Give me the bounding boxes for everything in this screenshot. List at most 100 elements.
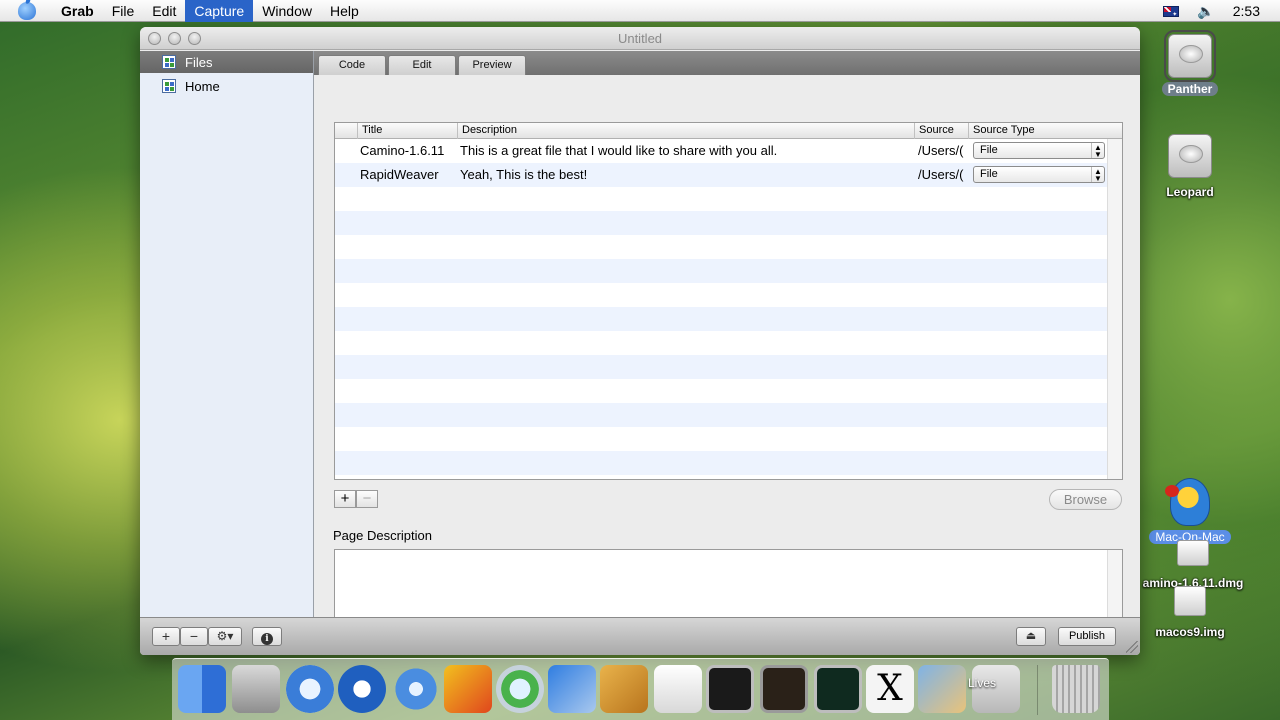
tab-bar: Code Edit Preview [314, 51, 1140, 75]
sidebar-item-label: Files [185, 54, 213, 70]
desktop-icon-label: Panther [1161, 82, 1219, 96]
main-window: Untitled Files Home Code Edit Preview Ti… [140, 27, 1140, 655]
info-icon: i [261, 633, 273, 645]
select-value: File [980, 144, 998, 156]
textedit-icon[interactable] [654, 665, 702, 713]
column-header-description[interactable]: Description [457, 123, 914, 139]
zoom-button[interactable] [188, 32, 201, 45]
cell-source[interactable]: /Users/( [918, 139, 966, 163]
x11-icon[interactable]: X [866, 665, 914, 713]
menu-extras: 🔈 2:53 [1163, 0, 1260, 22]
trash-icon[interactable] [1052, 665, 1100, 713]
hard-drive-icon [1168, 134, 1212, 178]
sidebar-item-label: Home [185, 78, 220, 94]
page-icon [162, 79, 176, 93]
table-header: Title Description Source Source Type [335, 123, 1122, 139]
console-icon[interactable] [760, 665, 808, 713]
stepper-arrows-icon: ▲ ▼ [1091, 167, 1104, 183]
network-icon[interactable] [392, 665, 440, 713]
add-page-button[interactable]: + [152, 627, 180, 646]
tab-code[interactable]: Code [318, 55, 386, 75]
publish-button[interactable]: Publish [1058, 627, 1116, 646]
source-type-select[interactable]: File ▲ ▼ [973, 166, 1105, 183]
preview-icon[interactable] [918, 665, 966, 713]
mac-on-mac-icon [1165, 478, 1210, 526]
xcode-icon[interactable] [548, 665, 596, 713]
files-table[interactable]: Title Description Source Source Type Cam… [334, 122, 1123, 480]
menu-app-grab[interactable]: Grab [52, 0, 103, 22]
vertical-scrollbar[interactable] [1107, 550, 1122, 620]
menu-clock[interactable]: 2:53 [1233, 3, 1260, 19]
page-description-label: Page Description [333, 528, 432, 543]
close-button[interactable] [148, 32, 161, 45]
text-editor-icon[interactable] [600, 665, 648, 713]
sidebar-item-files[interactable]: Files [140, 51, 313, 73]
1password-icon[interactable] [338, 665, 386, 713]
cell-title[interactable]: RapidWeaver [360, 163, 457, 187]
browse-button[interactable]: Browse [1049, 489, 1122, 510]
bottom-toolbar: + − ⚙▾ i ⏏ Publish [140, 617, 1140, 655]
select-value: File [980, 168, 998, 180]
menu-capture[interactable]: Capture [185, 0, 254, 22]
desktop-icon-macos9-img[interactable]: macos9.img [1145, 586, 1235, 639]
desktop-icon-label: macos9.img [1155, 625, 1225, 639]
disk-image-icon [1174, 586, 1206, 616]
desktop-icon-panther[interactable]: Panther [1155, 30, 1225, 96]
table-body: Camino-1.6.11 This is a great file that … [335, 139, 1107, 479]
remove-row-button[interactable]: − [356, 490, 378, 508]
resize-grip-icon[interactable] [1126, 641, 1138, 653]
taxi-icon[interactable] [444, 665, 492, 713]
safari-icon[interactable] [286, 665, 334, 713]
table-row[interactable]: RapidWeaver Yeah, This is the best! /Use… [335, 163, 1107, 187]
page-description-field[interactable] [334, 549, 1123, 621]
content-pane: Code Edit Preview Title Description Sour… [314, 51, 1140, 621]
flag-icon[interactable] [1163, 5, 1180, 18]
column-header-title[interactable]: Title [357, 123, 457, 139]
activity-monitor-icon[interactable] [814, 665, 862, 713]
menu-window[interactable]: Window [253, 0, 321, 22]
cell-title[interactable]: Camino-1.6.11 [360, 139, 457, 163]
dock-separator [1037, 665, 1038, 715]
window-titlebar[interactable]: Untitled [140, 27, 1140, 50]
system-preferences-icon[interactable] [232, 665, 280, 713]
tab-edit[interactable]: Edit [388, 55, 456, 75]
menu-help[interactable]: Help [321, 0, 368, 22]
menu-bar: Grab File Edit Capture Window Help 🔈 2:5… [0, 0, 1280, 22]
layout-icon: ⏏ [1025, 630, 1037, 642]
desktop-icon-leopard[interactable]: Leopard [1155, 134, 1225, 199]
column-header-source-type[interactable]: Source Type [968, 123, 1122, 139]
desktop-icon-label: Leopard [1166, 185, 1214, 199]
disk-image-icon [1177, 540, 1209, 566]
gear-icon[interactable]: ⚙▾ [208, 627, 242, 646]
remove-page-button[interactable]: − [180, 627, 208, 646]
add-row-button[interactable]: + [334, 490, 356, 508]
terminal-icon[interactable] [706, 665, 754, 713]
table-row[interactable]: Camino-1.6.11 This is a great file that … [335, 139, 1107, 163]
desktop-icon-camino-dmg[interactable]: amino-1.6.11.dmg [1138, 540, 1248, 590]
menu-edit[interactable]: Edit [143, 0, 185, 22]
info-button[interactable]: i [252, 627, 282, 646]
apple-icon[interactable] [18, 1, 36, 20]
cell-description[interactable]: Yeah, This is the best! [460, 163, 912, 187]
cell-description[interactable]: This is a great file that I would like t… [460, 139, 912, 163]
finder-icon[interactable] [178, 665, 226, 713]
window-title: Untitled [617, 31, 663, 46]
files-icon [162, 55, 176, 69]
itunes-icon[interactable] [496, 665, 544, 713]
menu-file[interactable]: File [103, 0, 144, 22]
column-header-source[interactable]: Source [914, 123, 968, 139]
desktop-icon-mac-on-mac[interactable]: Mac-On-Mac [1140, 478, 1240, 544]
source-type-select[interactable]: File ▲ ▼ [973, 142, 1105, 159]
stepper-arrows-icon: ▲ ▼ [1091, 143, 1104, 159]
cell-source[interactable]: /Users/( [918, 163, 966, 187]
minimize-button[interactable] [168, 32, 181, 45]
tab-preview[interactable]: Preview [458, 55, 526, 75]
hard-drive-icon [1164, 30, 1216, 82]
column-header-blank[interactable] [335, 123, 357, 139]
layout-toggle-button[interactable]: ⏏ [1016, 627, 1046, 646]
dock-label: Lives [968, 676, 997, 690]
sidebar: Files Home [140, 51, 314, 617]
vertical-scrollbar[interactable] [1107, 139, 1122, 479]
sidebar-item-home[interactable]: Home [140, 75, 313, 97]
volume-icon[interactable]: 🔈 [1197, 3, 1214, 20]
